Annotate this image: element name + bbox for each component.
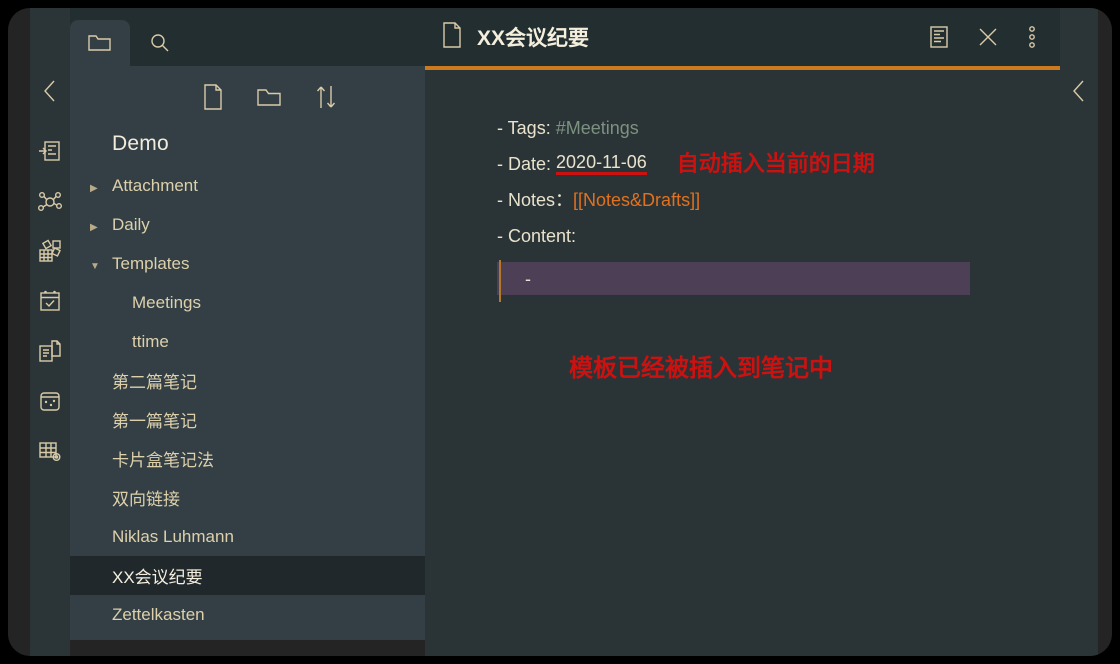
copy-documents-icon[interactable]	[34, 335, 66, 367]
tree-item[interactable]: ▼ Templates	[70, 244, 425, 283]
tree-item-label: 第二篇笔记	[112, 373, 197, 392]
text-cursor	[499, 260, 501, 302]
outline-insert-icon[interactable]	[34, 135, 66, 167]
table-settings-icon[interactable]	[34, 435, 66, 467]
date-annotation: 自动插入当前的日期	[676, 151, 875, 176]
file-panel-tabstrip	[70, 8, 425, 66]
tree-item[interactable]: 卡片盒笔记法	[70, 439, 425, 478]
tree-item-label: Templates	[112, 253, 190, 273]
calendar-check-icon[interactable]	[34, 285, 66, 317]
date-value: 2020-11-06	[556, 153, 647, 175]
content-highlight-block[interactable]: -	[497, 260, 970, 302]
tree-item-label: 卡片盒笔记法	[112, 451, 214, 470]
center-annotation: 模板已经被插入到笔记中	[569, 355, 833, 382]
app-window: Demo ▶ Attachment ▶ Daily ▼ Templates Meetings…	[8, 8, 1112, 656]
editor-pane: XX会议纪要 - Tags: #Meetings - Date: 2020-11…	[425, 8, 1060, 656]
blocks-grid-icon[interactable]	[34, 235, 66, 267]
chevron-right-icon[interactable]: ▶	[90, 215, 106, 235]
tree-item[interactable]: ttime	[70, 322, 425, 361]
new-note-button[interactable]	[201, 83, 225, 111]
file-tree-list: ▶ Attachment ▶ Daily ▼ Templates Meetings ttime…	[70, 166, 425, 634]
new-folder-button[interactable]	[255, 84, 283, 110]
tree-item-label: Attachment	[112, 175, 198, 195]
sort-button[interactable]	[313, 83, 339, 111]
tree-item[interactable]: Meetings	[70, 283, 425, 322]
outline-panel-icon[interactable]	[928, 25, 950, 49]
notes-label: - Notes：	[497, 190, 574, 210]
tree-item[interactable]: 第一篇笔记	[70, 400, 425, 439]
tree-item-label: 第一篇笔记	[112, 412, 197, 431]
right-icon-rail	[1060, 8, 1098, 656]
chevron-down-icon[interactable]: ▼	[90, 254, 106, 274]
line-content: - Content:	[497, 218, 1060, 254]
close-icon[interactable]	[976, 25, 1000, 49]
chevron-left-icon[interactable]	[41, 78, 59, 109]
line-tags: - Tags: #Meetings	[497, 110, 1060, 146]
page-title: XX会议纪要	[477, 27, 590, 50]
more-options-icon[interactable]	[1026, 24, 1038, 50]
tree-item-label: XX会议纪要	[112, 568, 203, 587]
tree-item-label: 双向链接	[112, 490, 180, 509]
search-tab[interactable]	[130, 20, 190, 66]
editor-body[interactable]: - Tags: #Meetings - Date: 2020-11-06 自动插…	[425, 70, 1060, 381]
tree-item-label: Meetings	[132, 292, 201, 312]
tree-item[interactable]: Niklas Luhmann	[70, 517, 425, 556]
editor-header: XX会议纪要	[425, 8, 1060, 66]
tree-item[interactable]: ▶ Daily	[70, 205, 425, 244]
tree-item-label: Daily	[112, 214, 150, 234]
tags-label: - Tags:	[497, 118, 556, 138]
file-icon	[441, 21, 463, 53]
tree-item[interactable]: 第二篇笔记	[70, 361, 425, 400]
line-date: - Date: 2020-11-06 自动插入当前的日期	[497, 146, 1060, 182]
graph-view-icon[interactable]	[34, 185, 66, 217]
file-panel-toolbar	[70, 66, 425, 128]
tree-item[interactable]: ▶ Attachment	[70, 166, 425, 205]
file-tree-panel: Demo ▶ Attachment ▶ Daily ▼ Templates Meetings…	[70, 66, 425, 640]
content-dash: -	[525, 268, 531, 289]
chevron-left-icon[interactable]	[1070, 78, 1088, 109]
chevron-right-icon[interactable]: ▶	[90, 176, 106, 196]
vault-name: Demo	[112, 132, 169, 155]
content-label: - Content:	[497, 226, 577, 246]
folder-tab[interactable]	[70, 20, 130, 66]
line-notes: - Notes： [[Notes&Drafts]]	[497, 182, 1060, 218]
folder-icon	[88, 35, 111, 51]
search-icon	[151, 34, 169, 52]
tree-item-label: Niklas Luhmann	[112, 526, 234, 546]
left-icon-rail	[30, 8, 70, 656]
tree-item[interactable]: XX会议纪要	[70, 556, 425, 595]
tag-token[interactable]: #Meetings	[556, 119, 639, 137]
tree-item-label: ttime	[132, 331, 169, 351]
tree-item-label: Zettelkasten	[112, 604, 205, 624]
tree-item[interactable]: 双向链接	[70, 478, 425, 517]
date-label: - Date:	[497, 154, 557, 174]
tree-item[interactable]: Zettelkasten	[70, 595, 425, 634]
wikilink-token[interactable]: [[Notes&Drafts]]	[573, 191, 700, 209]
card-box-icon[interactable]	[34, 385, 66, 417]
